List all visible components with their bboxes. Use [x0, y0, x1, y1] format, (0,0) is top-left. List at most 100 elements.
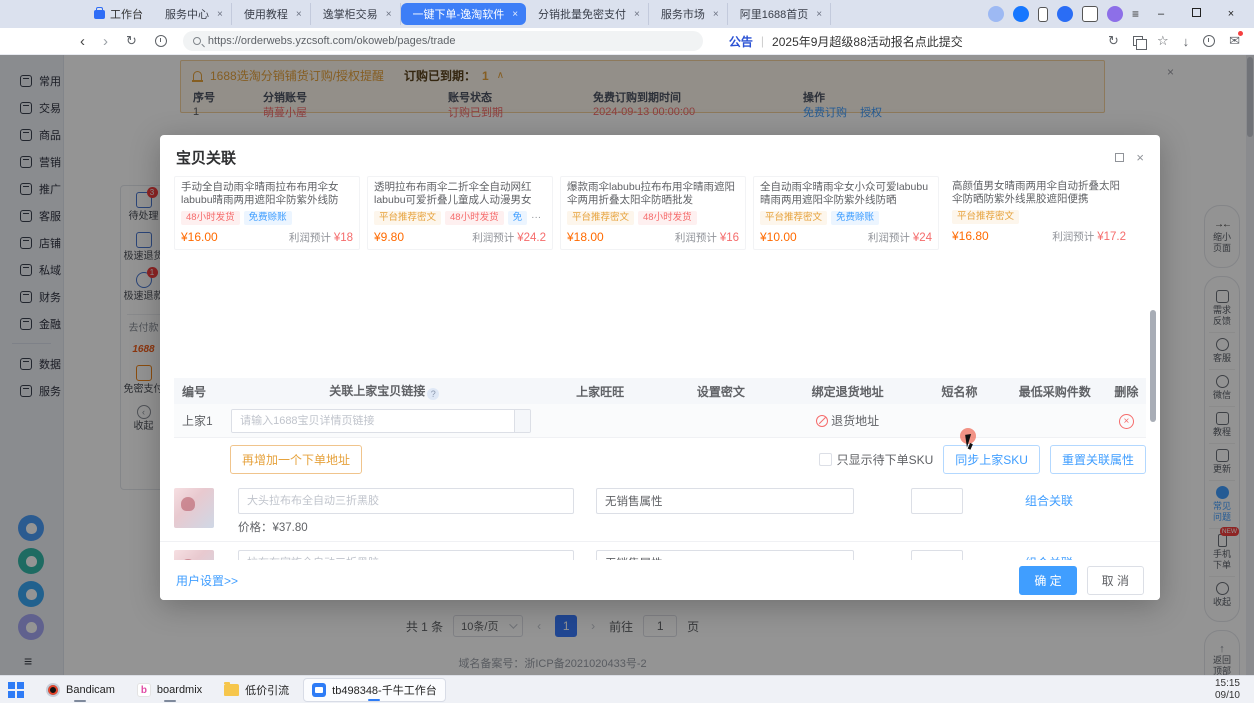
modal-footer: 用户设置>> 确 定 取 消: [160, 560, 1160, 600]
tab-close-icon[interactable]: ×: [217, 9, 223, 20]
paste-button[interactable]: [514, 410, 530, 432]
sync-icon[interactable]: ↻: [1108, 33, 1119, 49]
address-bar[interactable]: https://orderwebs.yzcsoft.com/okoweb/pag…: [183, 31, 703, 51]
taskbar-clock[interactable]: 15:15 09/10: [1215, 678, 1254, 702]
star-icon[interactable]: ☆: [1157, 33, 1169, 49]
product-card[interactable]: 爆款雨伞labubu拉布布用伞晴雨遮阳伞两用折叠太阳伞防晒批发 平台推荐密文48…: [560, 176, 746, 250]
back-icon[interactable]: ‹: [80, 34, 85, 49]
combo-association-link[interactable]: 组合关联: [1025, 488, 1073, 514]
profit-value: ¥16: [720, 232, 739, 244]
phone-icon[interactable]: [1038, 7, 1048, 22]
mail-icon[interactable]: ✉: [1229, 33, 1240, 49]
tab-tutorial[interactable]: 使用教程×: [232, 3, 311, 25]
clock-icon[interactable]: [1203, 35, 1215, 47]
tab-close-icon[interactable]: ×: [386, 9, 392, 20]
link-table-header: 编号 关联上家宝贝链接? 上家旺旺 设置密文 绑定退货地址 短名称 最低采购件数…: [174, 378, 1146, 404]
taskbar-qianniu[interactable]: tb498348-千牛工作台: [303, 678, 446, 702]
tab-close-icon[interactable]: ×: [816, 9, 822, 20]
date: 09/10: [1215, 690, 1240, 702]
recommended-products: 手动全自动雨伞晴雨拉布布用伞女labubu晴雨两用遮阳伞防紫外线防 48小时发货…: [160, 172, 1160, 250]
add-order-address-button[interactable]: 再增加一个下单地址: [230, 445, 362, 474]
tab-yizhanggui-trade[interactable]: 逸掌柜交易×: [311, 3, 401, 25]
announcement-label: 公告: [729, 33, 753, 50]
modal-close-icon[interactable]: ×: [1136, 150, 1144, 165]
modal-scroll-area: [160, 250, 1160, 378]
sku-row: 价格：¥37.80 组合关联: [160, 480, 1160, 535]
taskbar-folder[interactable]: 低价引流: [216, 678, 297, 702]
page-content: 常用 交易 商品 营销 推广 客服 店铺 私域 财务 金融 数据 服务 3 待处…: [0, 55, 1254, 675]
browser-extensions: ≡ – ×: [988, 6, 1254, 22]
cancel-button[interactable]: 取 消: [1087, 566, 1144, 595]
notes-icon[interactable]: [1082, 6, 1098, 22]
mouse-cursor: [965, 433, 978, 447]
download-icon[interactable]: ↓: [1183, 34, 1190, 49]
user-settings-link[interactable]: 用户设置>>: [176, 572, 238, 589]
sales-attribute-input[interactable]: [596, 488, 854, 514]
checkbox-label: 只显示待下单SKU: [837, 451, 934, 468]
modal-scrollbar-thumb[interactable]: [1150, 310, 1156, 422]
forward-icon[interactable]: ›: [103, 34, 108, 49]
bandicam-icon: [46, 683, 60, 697]
sync-sku-button[interactable]: 同步上家SKU: [943, 445, 1040, 474]
short-name-input[interactable]: [238, 488, 574, 514]
tab-close-icon[interactable]: ×: [634, 9, 640, 20]
tab-close-icon[interactable]: ×: [713, 9, 719, 20]
delete-row-icon[interactable]: ×: [1119, 414, 1134, 429]
modal-maximize-icon[interactable]: [1115, 153, 1124, 162]
tag-credit: 免: [508, 211, 528, 225]
price: ¥18.00: [567, 230, 604, 244]
avatar[interactable]: [1107, 6, 1123, 22]
tab-service-market[interactable]: 服务市场×: [649, 3, 728, 25]
maximize-button[interactable]: [1183, 8, 1209, 20]
modal-title: 宝贝关联: [176, 147, 236, 168]
reset-association-button[interactable]: 重置关联属性: [1050, 445, 1146, 474]
start-button[interactable]: [8, 682, 24, 698]
tab-close-icon[interactable]: ×: [512, 9, 518, 20]
minimize-button[interactable]: –: [1148, 8, 1174, 20]
checkbox-icon[interactable]: [819, 453, 832, 466]
tab-service-center[interactable]: 服务中心×: [153, 3, 232, 25]
screen: 工作台 服务中心× 使用教程× 逸掌柜交易× 一键下单-逸淘软件× 分销批量免密…: [0, 0, 1254, 703]
return-address-cell[interactable]: 退货地址: [779, 412, 916, 429]
profit-value: ¥18: [334, 232, 353, 244]
extension-icon[interactable]: [1057, 6, 1073, 22]
product-card[interactable]: 手动全自动雨伞晴雨拉布布用伞女labubu晴雨两用遮阳伞防紫外线防 48小时发货…: [174, 176, 360, 250]
product-link-input[interactable]: [232, 410, 514, 432]
product-card[interactable]: 全自动雨伞晴雨伞女小众可爱labubu晴雨两用遮阳伞防紫外线防晒 平台推荐密文免…: [753, 176, 939, 250]
quantity-input[interactable]: [911, 488, 963, 514]
price: ¥10.00: [760, 230, 797, 244]
tab-one-click-order-active[interactable]: 一键下单-逸淘软件×: [401, 3, 527, 25]
extension-icon[interactable]: [988, 6, 1004, 22]
pending-sku-checkbox[interactable]: 只显示待下单SKU: [819, 451, 934, 468]
confirm-button[interactable]: 确 定: [1019, 566, 1076, 595]
maximize-icon: [1192, 8, 1201, 17]
tab-label: 工作台: [110, 6, 143, 22]
product-card[interactable]: 高颜值男女晴雨两用伞自动折叠太阳伞防晒防紫外线黑胶遮阳便携 平台推荐密文 ¥16…: [946, 176, 1132, 250]
browser-tabstrip: 工作台 服务中心× 使用教程× 逸掌柜交易× 一键下单-逸淘软件× 分销批量免密…: [0, 0, 1254, 28]
notification-dot: [1238, 31, 1243, 36]
announcement-text[interactable]: 2025年9月超级88活动报名点此提交: [772, 33, 963, 50]
tab-close-icon[interactable]: ×: [296, 9, 302, 20]
taskbar-boardmix[interactable]: bboardmix: [129, 678, 210, 702]
tab-workbench[interactable]: 工作台: [84, 3, 153, 25]
reload-icon[interactable]: ↻: [126, 33, 137, 49]
history-icon[interactable]: [155, 35, 167, 47]
browser-menu-icon[interactable]: ≡: [1132, 7, 1139, 21]
help-icon[interactable]: ?: [427, 388, 439, 400]
announcement[interactable]: 公告 | 2025年9月超级88活动报名点此提交: [729, 33, 963, 50]
product-card[interactable]: 透明拉布布雨伞二折伞全自动网红labubu可爱折叠儿童成人动漫男女 平台推荐密文…: [367, 176, 553, 250]
extension-icon[interactable]: [1013, 6, 1029, 22]
price: ¥16.80: [952, 229, 989, 243]
browser-toolbar: ‹ › ↻ https://orderwebs.yzcsoft.com/okow…: [0, 28, 1254, 55]
taskbar-bandicam[interactable]: Bandicam: [38, 678, 123, 702]
tag-credit: 免费赊账: [831, 211, 879, 225]
tab-batch-payment[interactable]: 分销批量免密支付×: [526, 3, 649, 25]
tag-recommend: 平台推荐密文: [952, 210, 1019, 224]
tag-credit: 免费赊账: [244, 211, 292, 225]
tab-1688-home[interactable]: 阿里1688首页×: [728, 3, 831, 25]
time: 15:15: [1215, 678, 1240, 690]
multitab-icon[interactable]: [1133, 36, 1143, 46]
product-link-field[interactable]: [231, 409, 531, 433]
windows-taskbar: Bandicam bboardmix 低价引流 tb498348-千牛工作台 1…: [0, 675, 1254, 703]
close-button[interactable]: ×: [1218, 8, 1244, 20]
